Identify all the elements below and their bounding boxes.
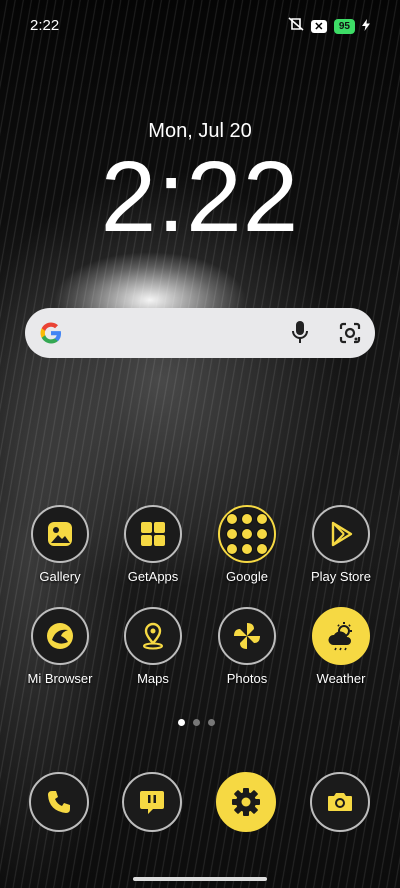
app-photos[interactable]: Photos xyxy=(197,607,297,686)
dock-messages[interactable] xyxy=(122,772,182,832)
app-maps[interactable]: Maps xyxy=(103,607,203,686)
app-label: Play Store xyxy=(311,569,371,584)
dock-phone[interactable] xyxy=(29,772,89,832)
lens-icon[interactable] xyxy=(338,321,362,350)
google-search-bar[interactable] xyxy=(25,308,375,358)
messages-icon xyxy=(122,772,182,832)
lockscreen-clock: 2:22 xyxy=(100,141,300,253)
status-icons: ✕ 95 xyxy=(288,17,370,36)
app-label: Photos xyxy=(226,671,268,686)
pinwheel-icon xyxy=(218,607,276,665)
map-pin-icon xyxy=(124,607,182,665)
home-indicator[interactable] xyxy=(133,877,267,881)
app-label: Maps xyxy=(137,671,169,686)
app-play-store[interactable]: Play Store xyxy=(291,505,391,584)
page-dot-active[interactable] xyxy=(178,719,185,726)
app-weather[interactable]: Weather xyxy=(291,607,391,686)
getapps-icon xyxy=(124,505,182,563)
browser-icon xyxy=(31,607,89,665)
app-gallery[interactable]: Gallery xyxy=(10,505,110,584)
google-folder-icon xyxy=(218,505,276,563)
weather-cloud-icon xyxy=(312,607,370,665)
app-label: Mi Browser xyxy=(27,671,93,686)
google-logo-icon xyxy=(37,319,65,352)
app-label: Gallery xyxy=(39,569,81,584)
vibrate-off-icon xyxy=(288,17,304,36)
phone-icon xyxy=(29,772,89,832)
close-box-icon: ✕ xyxy=(310,20,327,33)
app-mi-browser[interactable]: Mi Browser xyxy=(10,607,110,686)
app-getapps[interactable]: GetApps xyxy=(103,505,203,584)
camera-icon xyxy=(310,772,370,832)
battery-indicator: 95 xyxy=(333,19,355,34)
status-time: 2:22 xyxy=(30,17,60,34)
charging-icon xyxy=(362,18,370,36)
app-google-folder[interactable]: Google xyxy=(197,505,297,584)
status-bar: 2:22 ✕ 95 xyxy=(0,0,400,50)
app-label: GetApps xyxy=(127,569,179,584)
play-store-icon xyxy=(312,505,370,563)
page-dot[interactable] xyxy=(193,719,200,726)
dock-camera[interactable] xyxy=(310,772,370,832)
page-dot[interactable] xyxy=(208,719,215,726)
mic-icon[interactable] xyxy=(291,320,309,351)
settings-icon xyxy=(216,772,276,832)
app-label: Google xyxy=(226,569,268,584)
page-indicator xyxy=(178,719,215,726)
dock-settings[interactable] xyxy=(216,772,276,832)
app-label: Weather xyxy=(316,671,366,686)
gallery-icon xyxy=(31,505,89,563)
